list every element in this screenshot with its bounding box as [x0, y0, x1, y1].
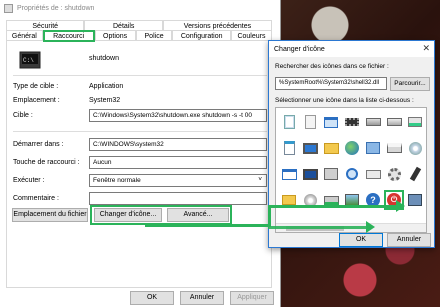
svg-text:C:\: C:\ [23, 57, 34, 64]
type-value: Application [89, 83, 124, 90]
dialog-cancel-button[interactable]: Annuler [387, 233, 431, 247]
location-value: System32 [89, 97, 121, 104]
browse-button[interactable]: Parcourir... [390, 77, 430, 91]
scanner-icon[interactable] [363, 166, 383, 182]
run-label: Exécuter : [13, 177, 45, 184]
divider [13, 75, 267, 76]
change-icon-highlight [90, 205, 232, 225]
ok-button[interactable]: OK [130, 291, 174, 305]
change-icon-dialog: Changer d'icône ✕ Rechercher des icônes … [268, 40, 435, 248]
comment-input[interactable] [89, 192, 267, 205]
hotkey-label: Touche de raccourci : [13, 159, 80, 166]
folder-icon[interactable] [321, 140, 341, 156]
properties-window: Propriétés de : shutdown Sécurité Détail… [0, 0, 281, 307]
dialog-titlebar: Changer d'icône ✕ [269, 41, 434, 57]
icon-list[interactable]: ? ⏻ [275, 107, 427, 233]
pen-icon[interactable] [405, 166, 425, 182]
divider [13, 131, 267, 132]
blank-page-icon[interactable] [279, 114, 299, 130]
printer-icon[interactable] [384, 140, 404, 156]
document-icon[interactable] [300, 114, 320, 130]
window-icon [4, 3, 13, 13]
run-select[interactable]: Fenêtre normale [89, 174, 267, 187]
target-input[interactable]: C:\Windows\System32\shutdown.exe shutdow… [89, 109, 267, 122]
cd-icon[interactable] [405, 140, 425, 156]
comment-label: Commentaire : [13, 195, 59, 202]
shortcut-icon: C:\ [19, 51, 41, 69]
properties-titlebar: Propriétés de : shutdown [0, 0, 280, 16]
guide-arrow-line [268, 205, 398, 208]
network-icon[interactable] [363, 140, 383, 156]
cabinet-icon[interactable] [321, 166, 341, 182]
guide-arrow-head-icon [396, 200, 405, 212]
disk-drive-icon[interactable] [384, 114, 404, 130]
guide-arrow-line [145, 224, 270, 227]
network-drive-icon[interactable] [405, 114, 425, 130]
tab-raccourci[interactable]: Raccourci [42, 30, 95, 42]
display-icon[interactable] [300, 166, 320, 182]
type-label: Type de cible : [13, 83, 59, 90]
location-label: Emplacement : [13, 97, 60, 104]
chip-icon[interactable] [342, 114, 362, 130]
window-frame-icon[interactable] [279, 166, 299, 182]
dialog-title: Changer d'icône [274, 45, 325, 53]
open-location-button[interactable]: Emplacement du fichier [12, 208, 88, 222]
application-window-icon[interactable] [321, 114, 341, 130]
search-icon[interactable] [342, 166, 362, 182]
start-label: Démarrer dans : [13, 141, 64, 148]
apply-button[interactable]: Appliquer [230, 291, 274, 305]
monitor-icon[interactable] [300, 140, 320, 156]
guide-arrow-line [268, 205, 271, 227]
dialog-ok-button[interactable]: OK [339, 233, 383, 247]
settings-icon[interactable] [384, 166, 404, 182]
select-label: Sélectionner une icône dans la liste ci-… [275, 97, 414, 104]
target-label: Cible : [13, 112, 33, 119]
close-icon[interactable]: ✕ [422, 43, 430, 54]
cancel-button[interactable]: Annuler [180, 291, 224, 305]
guide-arrow-line [268, 226, 368, 229]
search-label: Rechercher des icônes dans ce fichier : [275, 63, 389, 70]
shortcut-name: shutdown [89, 55, 119, 62]
drive-icon[interactable] [363, 114, 383, 130]
globe-icon[interactable] [342, 140, 362, 156]
computer-icon[interactable] [405, 192, 425, 208]
start-in-input[interactable]: C:\WINDOWS\system32 [89, 138, 267, 151]
guide-arrow-head-icon [366, 221, 375, 233]
shortcut-panel: C:\ shutdown Type de cible : Application… [6, 40, 272, 288]
notepad-icon[interactable] [279, 140, 299, 156]
window-title: Propriétés de : shutdown [17, 4, 95, 12]
icon-path-input[interactable]: %SystemRoot%\System32\shell32.dll [275, 77, 387, 90]
hotkey-input[interactable]: Aucun [89, 156, 267, 169]
